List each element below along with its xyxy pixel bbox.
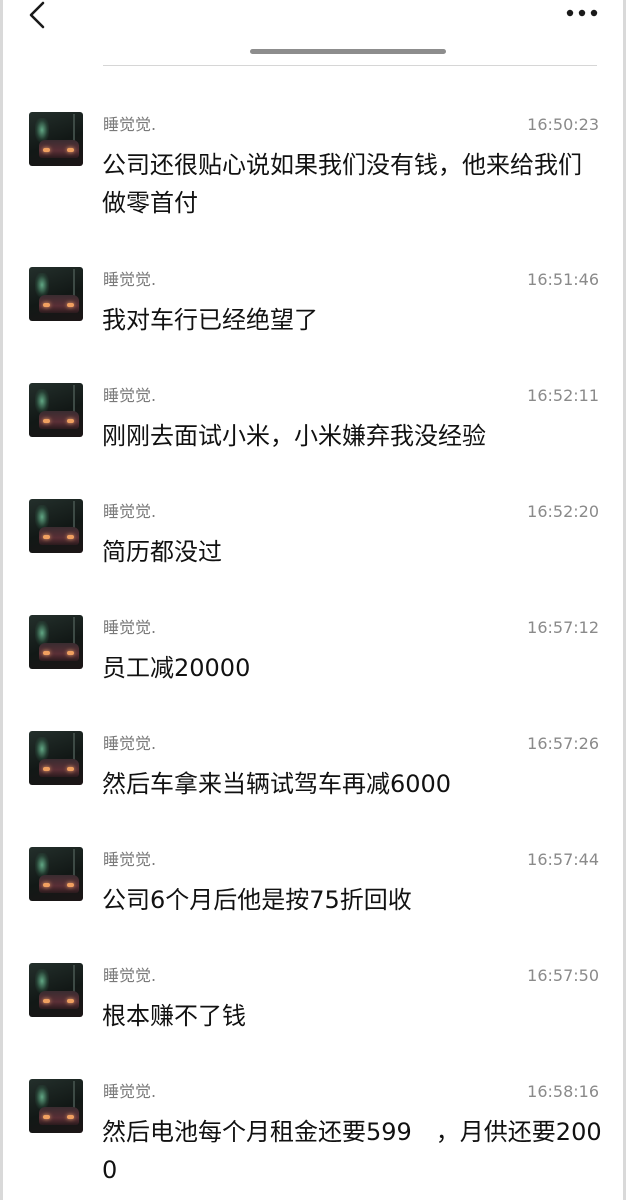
avatar[interactable] (29, 963, 83, 1017)
chevron-left-icon (29, 1, 45, 29)
message-text: 然后车拿来当辆试驾车再减6000 (102, 770, 452, 798)
message-item[interactable]: 睡觉觉. 16:52:11 刚刚去面试小米，小米嫌弃我没经验 (0, 383, 626, 499)
avatar[interactable] (29, 112, 83, 166)
avatar[interactable] (29, 1079, 83, 1133)
sender-name: 睡觉觉. (103, 850, 157, 869)
message-item[interactable]: 睡觉觉. 16:57:12 员工减20000 (0, 615, 626, 731)
avatar[interactable] (29, 383, 83, 437)
more-options-button[interactable] (562, 2, 602, 24)
more-horizontal-icon (566, 9, 598, 17)
message-time: 16:57:50 (527, 966, 599, 985)
header-divider (103, 65, 597, 66)
message-time: 16:52:20 (527, 502, 599, 521)
message-text: 公司6个月后他是按75折回收 (102, 886, 412, 914)
message-text: 根本赚不了钱 (102, 1002, 246, 1030)
sender-name: 睡觉觉. (103, 1082, 157, 1101)
avatar[interactable] (29, 499, 83, 553)
message-text: 刚刚去面试小米，小米嫌弃我没经验 (102, 422, 486, 450)
message-time: 16:58:16 (527, 1082, 599, 1101)
sender-name: 睡觉觉. (103, 966, 157, 985)
back-button[interactable] (20, 0, 54, 30)
message-item[interactable]: 睡觉觉. 16:57:26 然后车拿来当辆试驾车再减6000 (0, 731, 626, 847)
avatar[interactable] (29, 267, 83, 321)
message-item[interactable]: 睡觉觉. 16:57:50 根本赚不了钱 (0, 963, 626, 1079)
message-text: 简历都没过 (102, 538, 222, 566)
message-time: 16:52:11 (527, 386, 599, 405)
message-time: 16:57:44 (527, 850, 599, 869)
message-item[interactable]: 睡觉觉. 16:58:16 然后电池每个月租金还要599 ，月供还要2000 (0, 1079, 626, 1199)
sender-name: 睡觉觉. (103, 734, 157, 753)
message-time: 16:57:26 (527, 734, 599, 753)
sender-name: 睡觉觉. (103, 270, 157, 289)
message-list: 睡觉觉. 16:50:23 公司还很贴心说如果我们没有钱，他来给我们做零首付 睡… (0, 112, 626, 1199)
message-text: 然后电池每个月租金还要599 ，月供还要2000 (102, 1118, 602, 1184)
avatar[interactable] (29, 847, 83, 901)
avatar[interactable] (29, 615, 83, 669)
message-text: 员工减20000 (102, 654, 251, 682)
drag-handle[interactable] (250, 49, 446, 54)
sender-name: 睡觉觉. (103, 618, 157, 637)
message-text: 我对车行已经绝望了 (102, 306, 318, 334)
message-time: 16:51:46 (527, 270, 599, 289)
sender-name: 睡觉觉. (103, 502, 157, 521)
sender-name: 睡觉觉. (103, 386, 157, 405)
message-item[interactable]: 睡觉觉. 16:50:23 公司还很贴心说如果我们没有钱，他来给我们做零首付 (0, 112, 626, 267)
top-bar (0, 0, 626, 70)
sender-name: 睡觉觉. (103, 115, 157, 134)
message-time: 16:50:23 (527, 115, 599, 134)
message-time: 16:57:12 (527, 618, 599, 637)
message-item[interactable]: 睡觉觉. 16:51:46 我对车行已经绝望了 (0, 267, 626, 383)
message-item[interactable]: 睡觉觉. 16:52:20 简历都没过 (0, 499, 626, 615)
avatar[interactable] (29, 731, 83, 785)
message-item[interactable]: 睡觉觉. 16:57:44 公司6个月后他是按75折回收 (0, 847, 626, 963)
message-text: 公司还很贴心说如果我们没有钱，他来给我们做零首付 (102, 151, 582, 217)
